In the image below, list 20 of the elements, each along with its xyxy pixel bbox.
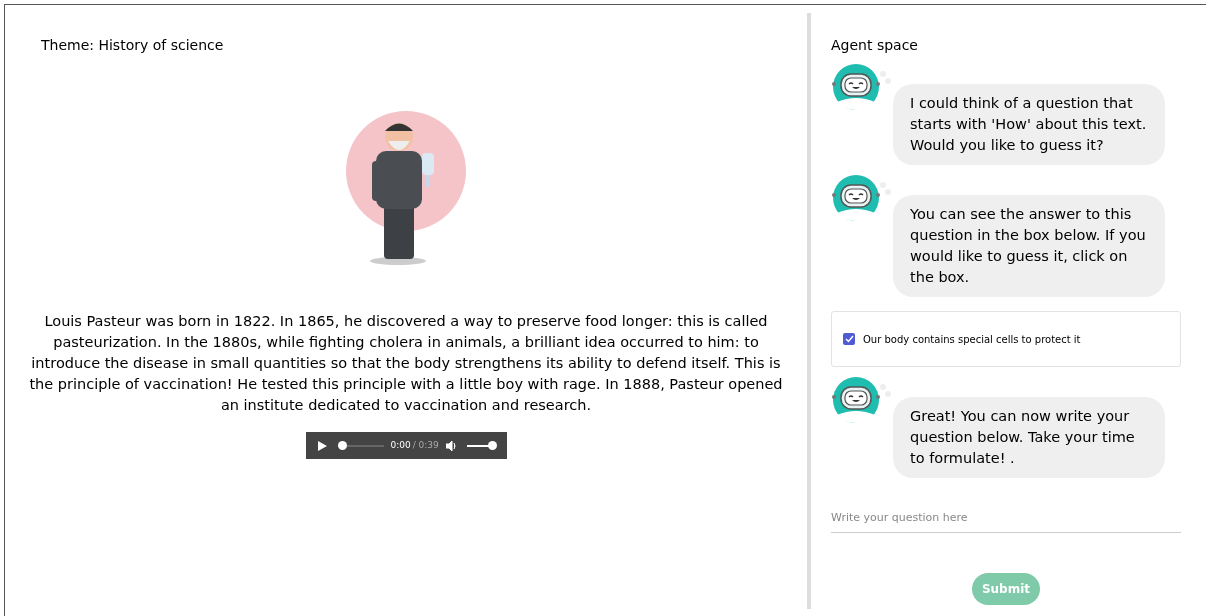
chat-bubble: Great! You can now write your question below. Take your time to formulate! .	[893, 397, 1165, 478]
question-field[interactable]: Write your question here	[831, 510, 1181, 527]
panel-title: Agent space	[831, 36, 919, 55]
chat-bubble: You can see the answer to this question in the box below. If you would like to guess it, click on the box.	[893, 195, 1165, 297]
answer-card[interactable]: Our body contains special cells to protect it	[831, 311, 1181, 367]
volume-thumb[interactable]	[487, 440, 497, 450]
play-icon[interactable]	[317, 440, 327, 451]
progress-thumb[interactable]	[337, 441, 347, 450]
robot-icon	[831, 175, 891, 221]
theme-label: Theme: History of science	[41, 36, 224, 55]
passage-text: Louis Pasteur was born in 1822. In 1865, he discovered a way to preserve food longer: this is called pasteurization. In the 1880s, while fighting cholera in animals, a brilliant idea occurred to him: to introduce the disease in small quantities so that the body strengthens its ability to defend itself. This is the principle of vaccination! He tested this principle with a little boy with rage. In 1888, Pasteur opened an institute dedicated to vaccination and research.	[28, 312, 784, 415]
robot-icon	[831, 64, 891, 110]
volume-icon[interactable]	[445, 440, 457, 451]
checkbox[interactable]	[843, 333, 855, 345]
answer-text: Our body contains special cells to protect it	[863, 332, 1081, 347]
robot-icon	[831, 377, 891, 423]
duration-time: / 0:39	[412, 438, 439, 452]
chat-bubble: I could think of a question that starts with 'How' about this text. Would you like to guess it?	[893, 84, 1165, 165]
current-time: 0:00	[390, 438, 411, 452]
audio-player[interactable]: 0:00 / 0:39	[305, 432, 507, 459]
